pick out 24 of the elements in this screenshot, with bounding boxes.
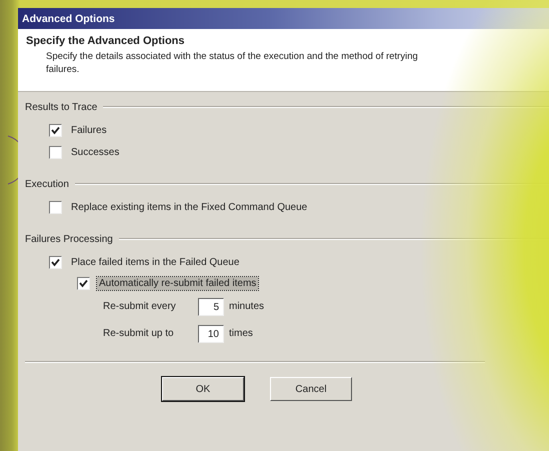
window-title: Advanced Options [22, 12, 115, 24]
group-title: Execution [25, 178, 69, 190]
header-description: Specify the details associated with the status of the execution and the method of retrying failures. [46, 50, 419, 76]
checkbox-label[interactable]: Place failed items in the Failed Queue [69, 256, 242, 268]
unit-label: times [229, 328, 253, 339]
number-field[interactable]: 10 [198, 324, 224, 342]
field-label: Re-submit up to [103, 328, 175, 339]
number-field[interactable]: 5 [198, 298, 224, 316]
group-title: Failures Processing [25, 234, 113, 244]
header-title: Specify the Advanced Options [26, 35, 186, 47]
field-label: Re-submit every [103, 301, 177, 312]
checkbox-label[interactable]: Successes [69, 146, 122, 158]
checkbox[interactable] [77, 276, 90, 290]
unit-label: minutes [229, 301, 264, 312]
checkbox[interactable] [49, 200, 62, 214]
checkbox[interactable] [49, 146, 62, 158]
group-title: Results to Trace [25, 102, 98, 112]
dialog-button[interactable]: Cancel [270, 377, 352, 401]
checkbox[interactable] [49, 124, 62, 136]
checkbox-label[interactable]: Replace existing items in the Fixed Command Queue [69, 200, 310, 214]
checkbox-label[interactable]: Failures [69, 124, 109, 136]
checkbox[interactable] [49, 256, 62, 268]
checkbox-label[interactable]: Automatically re-submit failed items [97, 276, 258, 290]
dialog-button[interactable]: OK [162, 377, 244, 401]
